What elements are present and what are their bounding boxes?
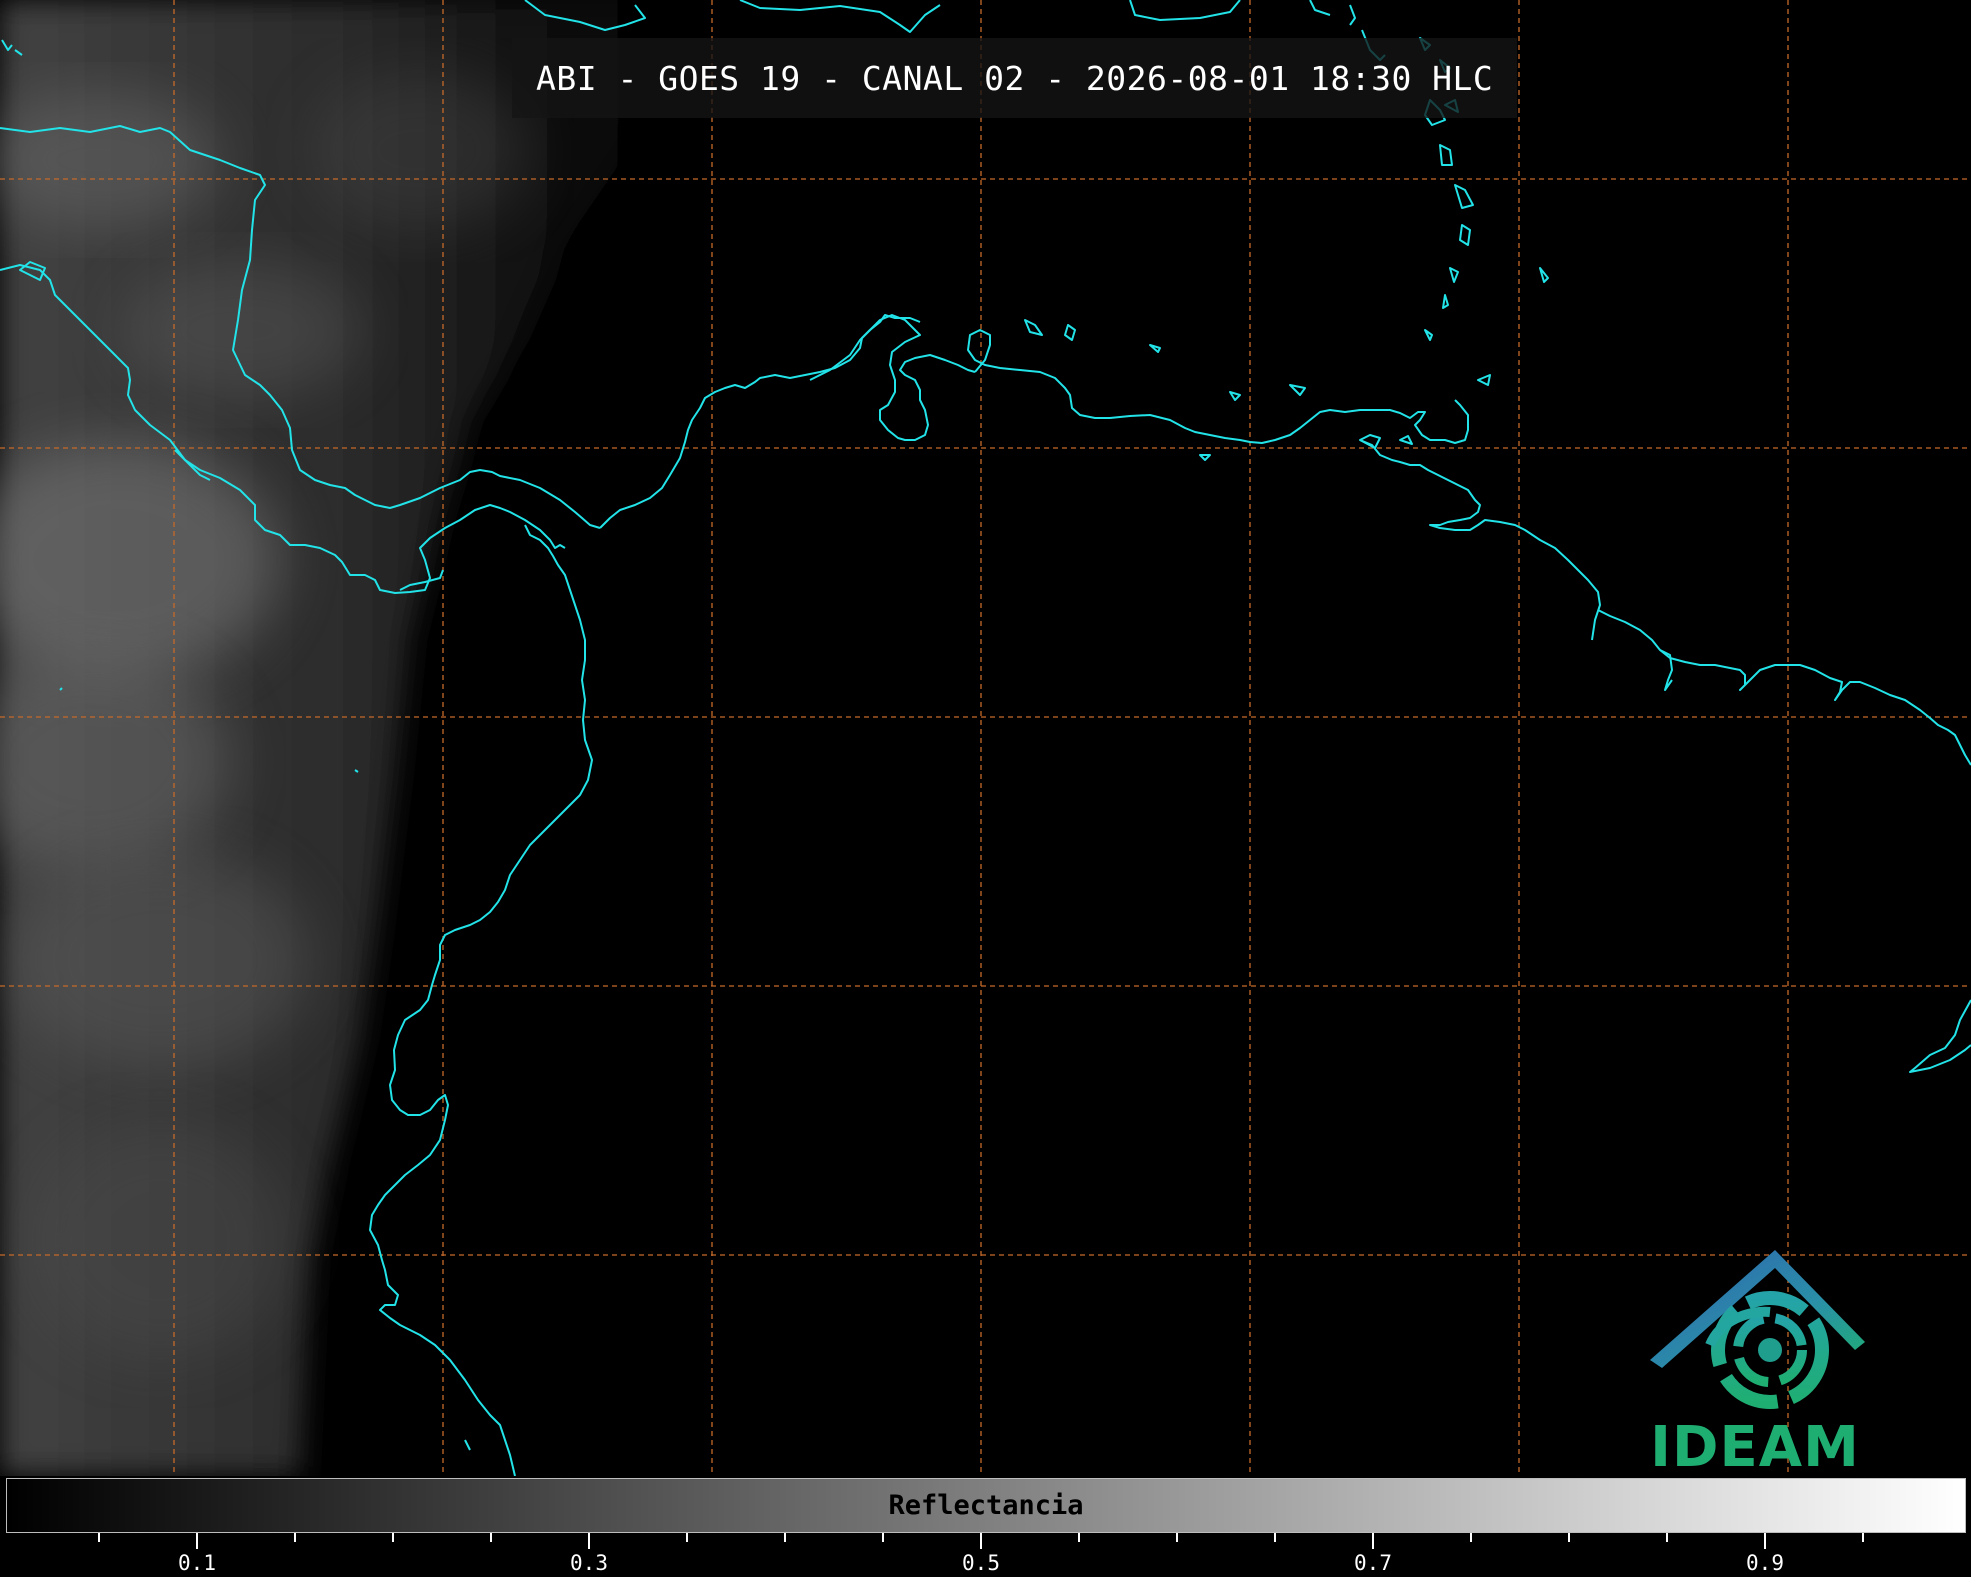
ideam-logo-emblem — [1650, 1250, 1865, 1409]
map-area: ABI - GOES 19 - CANAL 02 - 2026-08-01 18… — [0, 0, 1971, 1476]
colorbar: Reflectancia — [6, 1478, 1966, 1533]
ideam-logo: IDEAM — [1640, 1250, 1870, 1477]
image-title: ABI - GOES 19 - CANAL 02 - 2026-08-01 18… — [536, 58, 1494, 98]
colorbar-tick-label: 0.7 — [1354, 1551, 1392, 1575]
colorbar-ticks — [98, 1533, 1864, 1549]
title-banner: ABI - GOES 19 - CANAL 02 - 2026-08-01 18… — [512, 38, 1518, 118]
colorbar-tick-label: 0.3 — [570, 1551, 608, 1575]
colorbar-tick-label: 0.1 — [178, 1551, 216, 1575]
colorbar-tick-label: 0.5 — [962, 1551, 1000, 1575]
ideam-logo-text: IDEAM — [1650, 1415, 1860, 1477]
colorbar-label: Reflectancia — [888, 1490, 1084, 1521]
satellite-image-view: ABI - GOES 19 - CANAL 02 - 2026-08-01 18… — [0, 0, 1971, 1577]
colorbar-tick-label: 0.9 — [1746, 1551, 1784, 1575]
